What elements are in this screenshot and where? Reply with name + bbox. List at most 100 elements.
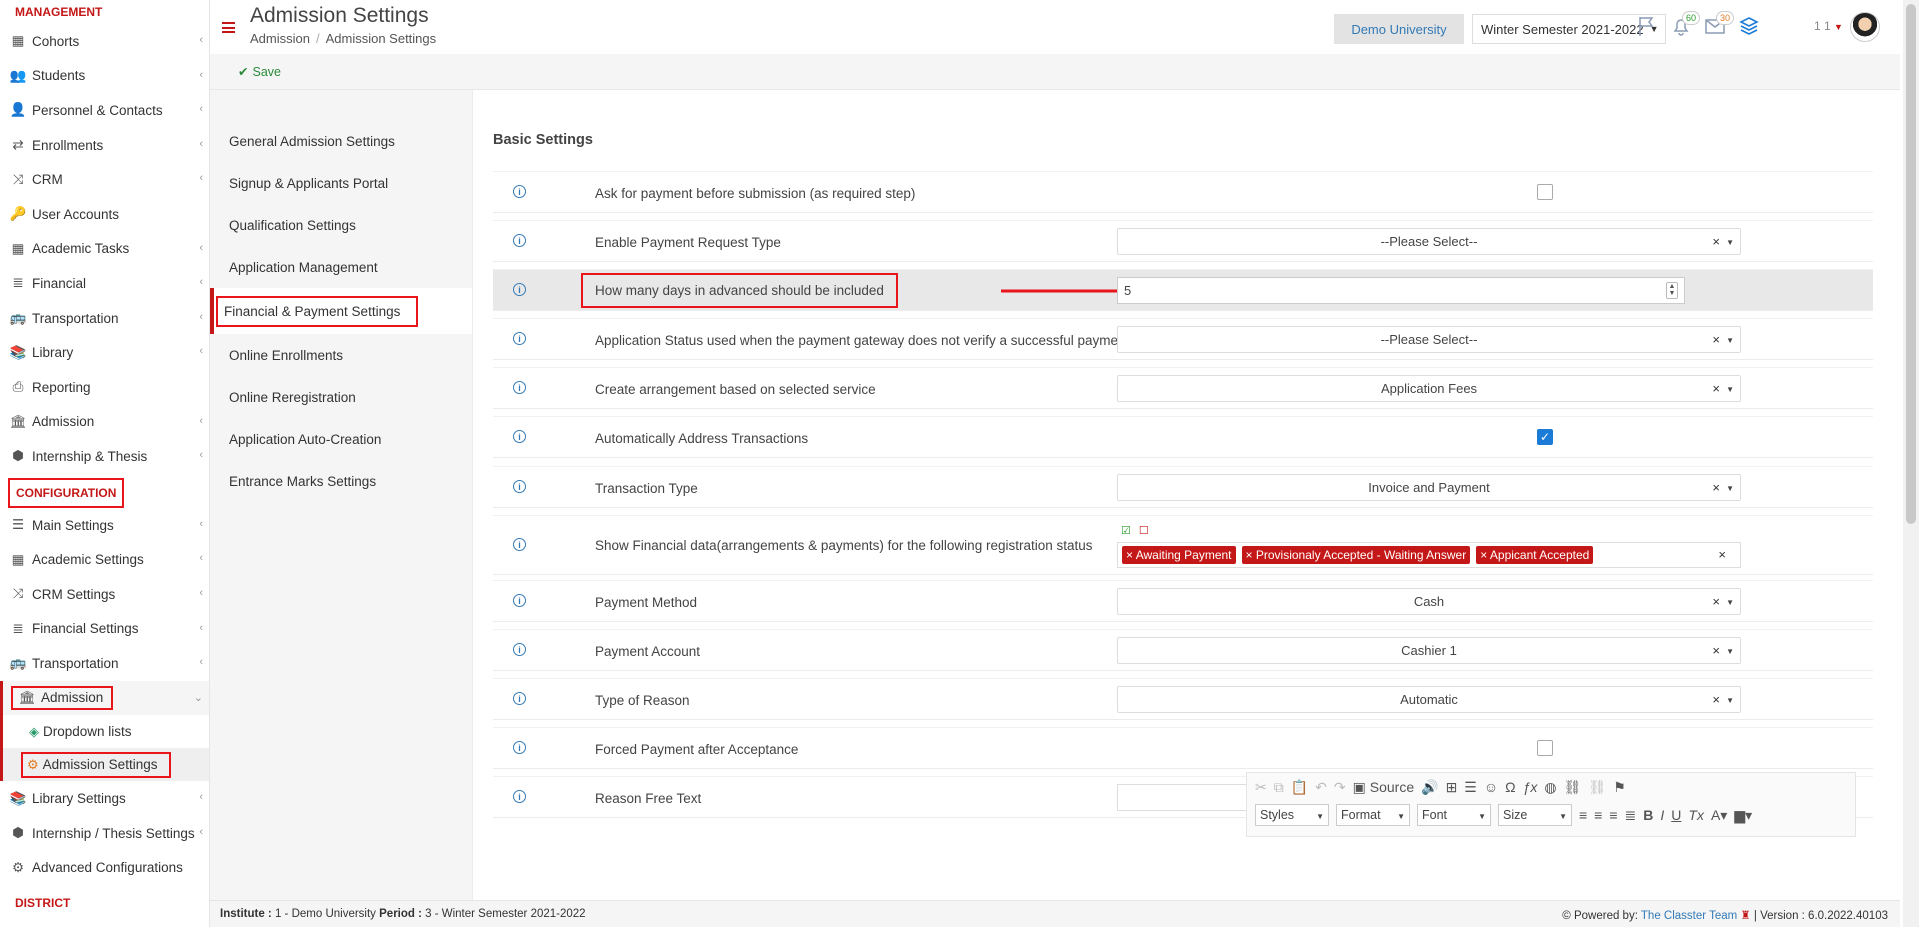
deselect-all-icon[interactable]: ☐ [1139,524,1149,537]
info-icon[interactable]: i [513,538,526,551]
flag-icon[interactable] [1636,15,1660,39]
undo-icon[interactable]: ↶ [1315,779,1327,796]
arrangement-service-select[interactable]: Application Fees × ▼ [1117,375,1741,402]
italic-icon[interactable]: I [1660,807,1664,823]
info-icon[interactable]: i [513,332,526,345]
justify-icon[interactable]: ≣ [1625,807,1637,824]
hamburger-menu-icon[interactable] [222,22,235,33]
payment-request-type-select[interactable]: --Please Select-- × ▼ [1117,228,1741,255]
globe-icon[interactable]: ◍ [1544,779,1556,796]
sidebar-item-academic-tasks[interactable]: ▦ Academic Tasks ‹ [0,232,209,267]
unlink-icon[interactable]: ⛓ [1588,779,1606,796]
info-icon[interactable]: i [513,234,526,247]
underline-icon[interactable]: U [1671,807,1681,823]
sidebar-item-financial[interactable]: ≣ Financial ‹ [0,266,209,301]
days-advance-input[interactable]: 5 ▲ ▼ [1117,277,1685,304]
flag-icon[interactable]: ⚑ [1613,779,1626,796]
scrollbar-thumb[interactable] [1906,4,1916,524]
align-left-icon[interactable]: ≡ [1579,807,1587,823]
user-menu-label[interactable]: 1 1 ▼ [1814,19,1843,33]
sidebar-item-transportation-settings[interactable]: 🚌 Transportation ‹ [0,646,209,681]
info-icon[interactable]: i [513,430,526,443]
bell-icon[interactable]: 60 [1670,11,1700,39]
speaker-icon[interactable]: 🔊 [1421,779,1438,796]
table-icon[interactable]: ⊞ [1446,779,1458,796]
status-tag[interactable]: × Appicant Accepted [1476,546,1594,564]
sidebar-item-internship[interactable]: ⬢ Internship & Thesis ‹ [0,439,209,474]
sidebar-item-internship-settings[interactable]: ⬢ Internship / Thesis Settings ‹ [0,816,209,851]
sidebar-item-main-settings[interactable]: ☰ Main Settings ‹ [0,508,209,543]
sidebar-item-advanced-config[interactable]: ⚙ Advanced Configurations [0,850,209,885]
text-color-icon[interactable]: A▾ [1711,807,1727,824]
university-button[interactable]: Demo University [1334,14,1464,44]
sidebar-item-library-settings[interactable]: 📚 Library Settings ‹ [0,781,209,816]
sidebar-item-enrollments[interactable]: ⇄ Enrollments ‹ [0,128,209,163]
cut-icon[interactable]: ✂ [1255,779,1267,796]
paste-icon[interactable]: 📋 [1291,779,1308,796]
info-icon[interactable]: i [513,790,526,803]
size-combo[interactable]: Size ▼ [1498,804,1572,826]
info-icon[interactable]: i [513,692,526,705]
link-icon[interactable]: ⛓ [1564,779,1582,796]
info-icon[interactable]: i [513,283,526,296]
sidebar-item-admission-config[interactable]: 🏛 Admission ⌄ [0,680,209,716]
payment-method-select[interactable]: Cash × ▼ [1117,588,1741,615]
forced-payment-checkbox[interactable] [1537,740,1553,756]
align-right-icon[interactable]: ≡ [1609,807,1617,823]
bold-icon[interactable]: B [1643,807,1653,823]
sidebar-item-library[interactable]: 📚 Library ‹ [0,335,209,370]
sidebar-item-students[interactable]: 👥 Students ‹ [0,59,209,94]
clear-icon[interactable]: × [1718,547,1726,562]
sidebar-item-academic-settings[interactable]: ▦ Academic Settings ‹ [0,542,209,577]
layers-stack-icon[interactable] [1738,15,1762,39]
settings-tab-general[interactable]: General Admission Settings [210,120,472,162]
info-icon[interactable]: i [513,381,526,394]
avatar[interactable] [1850,12,1880,42]
classter-team-link[interactable]: The Classter Team [1641,910,1737,922]
sidebar-item-personnel[interactable]: 👤 Personnel & Contacts ‹ [0,93,209,128]
auto-address-checkbox[interactable]: ✓ [1537,429,1553,445]
info-icon[interactable]: i [513,480,526,493]
formula-icon[interactable]: ƒx [1523,779,1538,795]
vertical-scrollbar[interactable] [1903,0,1919,927]
sidebar-subitem-admission-settings[interactable]: ⚙ Admission Settings [0,748,209,782]
info-icon[interactable]: i [513,643,526,656]
horizontal-line-icon[interactable]: ☰ [1464,779,1477,796]
clear-icon[interactable]: × [1712,381,1720,396]
sidebar-subitem-dropdown-lists[interactable]: ◈ Dropdown lists [0,715,209,749]
settings-tab-financial-payment[interactable]: Financial & Payment Settings [210,288,472,334]
clear-icon[interactable]: × [1712,234,1720,249]
sidebar-item-admission[interactable]: 🏛 Admission ‹ [0,405,209,440]
settings-tab-auto-creation[interactable]: Application Auto-Creation [210,418,472,460]
format-combo[interactable]: Format ▼ [1336,804,1410,826]
sidebar-item-cohorts[interactable]: ▦ Cohorts ‹ [0,24,209,59]
omega-icon[interactable]: Ω [1505,779,1515,795]
type-of-reason-select[interactable]: Automatic × ▼ [1117,686,1741,713]
sidebar-item-crm[interactable]: ⤨ CRM ‹ [0,162,209,197]
application-status-select[interactable]: --Please Select-- × ▼ [1117,326,1741,353]
mail-icon[interactable]: 30 [1704,11,1734,39]
breadcrumb-admission[interactable]: Admission [250,31,310,46]
source-button[interactable]: ▣ Source [1353,779,1414,796]
payment-account-select[interactable]: Cashier 1 × ▼ [1117,637,1741,664]
sidebar-item-reporting[interactable]: ⎙ Reporting [0,370,209,405]
sidebar-item-financial-settings[interactable]: ≣ Financial Settings ‹ [0,612,209,647]
transaction-type-select[interactable]: Invoice and Payment × ▼ [1117,474,1741,501]
background-color-icon[interactable]: ▆▾ [1734,807,1752,824]
ask-payment-checkbox[interactable] [1537,184,1553,200]
smiley-icon[interactable]: ☺ [1484,779,1498,795]
settings-tab-signup[interactable]: Signup & Applicants Portal [210,162,472,204]
clear-icon[interactable]: × [1712,692,1720,707]
settings-tab-qualification[interactable]: Qualification Settings [210,204,472,246]
clear-icon[interactable]: × [1712,643,1720,658]
info-icon[interactable]: i [513,185,526,198]
status-tag[interactable]: × Awaiting Payment [1122,546,1236,564]
save-button[interactable]: ✔ Save [238,64,281,80]
copy-icon[interactable]: ⧉ [1274,779,1284,796]
info-icon[interactable]: i [513,594,526,607]
sidebar-item-transportation[interactable]: 🚌 Transportation ‹ [0,301,209,336]
font-combo[interactable]: Font ▼ [1417,804,1491,826]
clear-icon[interactable]: × [1712,480,1720,495]
settings-tab-application-management[interactable]: Application Management [210,246,472,288]
sidebar-item-crm-settings[interactable]: ⤨ CRM Settings ‹ [0,577,209,612]
